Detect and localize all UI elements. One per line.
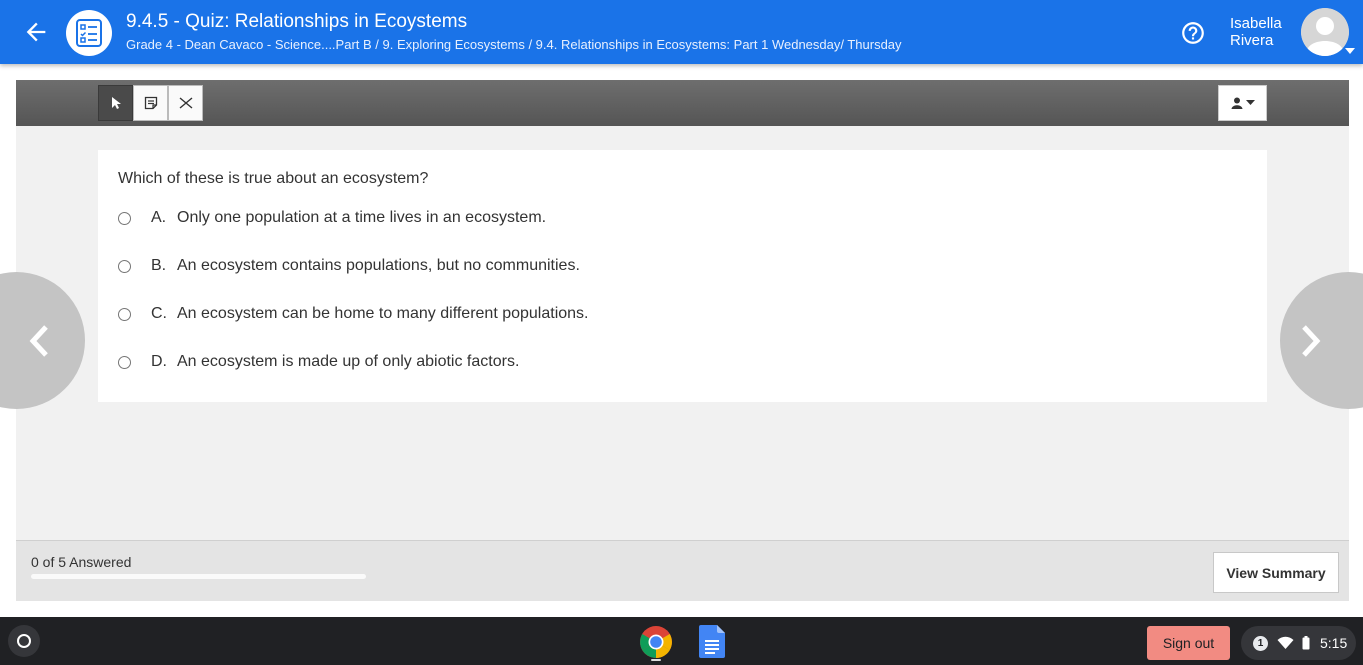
answer-radio-d[interactable] xyxy=(118,355,131,369)
answer-option-b[interactable]: B. An ecosystem contains populations, bu… xyxy=(118,254,818,278)
answer-option-c[interactable]: C. An ecosystem can be home to many diff… xyxy=(118,302,818,326)
os-shelf: Sign out 1 5:15 xyxy=(0,617,1363,665)
user-first-name: Isabella xyxy=(1230,15,1282,32)
answer-radio-a[interactable] xyxy=(118,211,131,225)
sign-out-button[interactable]: Sign out xyxy=(1147,626,1230,660)
quiz-app-icon xyxy=(66,10,112,56)
page-title: 9.4.5 - Quiz: Relationships in Ecoystems xyxy=(126,11,468,32)
eliminate-tool-button[interactable] xyxy=(168,85,203,121)
next-question-button[interactable] xyxy=(1280,272,1363,409)
system-tray[interactable]: 1 5:15 xyxy=(1241,626,1356,660)
help-button[interactable] xyxy=(1180,20,1206,46)
answer-option-a[interactable]: A. Only one population at a time lives i… xyxy=(118,206,818,230)
help-circle-icon xyxy=(1182,22,1204,44)
pointer-tool-button[interactable] xyxy=(98,85,133,121)
option-text: An ecosystem contains populations, but n… xyxy=(177,257,580,274)
answered-count: 0 of 5 Answered xyxy=(31,554,132,570)
previous-question-button[interactable] xyxy=(0,272,85,409)
person-icon xyxy=(1231,97,1242,109)
user-name: Isabella Rivera xyxy=(1230,15,1282,49)
google-docs-icon xyxy=(699,625,725,658)
option-letter: B. xyxy=(151,257,167,274)
caret-down-icon xyxy=(1245,100,1255,105)
answer-option-d[interactable]: D. An ecosystem is made up of only abiot… xyxy=(118,350,818,374)
test-frame: Which of these is true about an ecosyste… xyxy=(0,80,1363,601)
accommodations-menu-button[interactable] xyxy=(1218,85,1267,121)
notes-icon xyxy=(144,96,157,110)
eliminate-icon xyxy=(179,97,192,109)
launcher-button[interactable] xyxy=(8,625,40,657)
notification-badge: 1 xyxy=(1253,636,1268,651)
answer-radio-c[interactable] xyxy=(118,307,131,321)
tool-bar xyxy=(16,80,1349,126)
user-last-name: Rivera xyxy=(1230,32,1274,49)
battery-icon xyxy=(1302,636,1310,650)
question-area: Which of these is true about an ecosyste… xyxy=(0,126,1363,540)
progress-footer: 0 of 5 Answered View Summary xyxy=(16,540,1349,601)
option-letter: D. xyxy=(151,353,167,370)
answer-radio-b[interactable] xyxy=(118,259,131,273)
launcher-circle-icon xyxy=(17,634,31,648)
wifi-icon xyxy=(1277,636,1294,649)
clock: 5:15 xyxy=(1320,635,1348,651)
option-letter: C. xyxy=(151,305,167,322)
option-text: An ecosystem can be home to many differe… xyxy=(177,305,589,322)
chevron-left-icon xyxy=(29,325,48,357)
avatar[interactable] xyxy=(1301,8,1349,56)
chrome-icon xyxy=(640,626,672,658)
question-card: Which of these is true about an ecosyste… xyxy=(98,150,1267,402)
option-text: Only one population at a time lives in a… xyxy=(177,209,547,226)
option-letter: A. xyxy=(151,209,167,226)
google-docs-app-button[interactable] xyxy=(699,625,725,658)
chevron-down-icon[interactable] xyxy=(1345,48,1355,54)
question-stem: Which of these is true about an ecosyste… xyxy=(118,170,429,187)
top-header: 9.4.5 - Quiz: Relationships in Ecoystems… xyxy=(0,0,1363,64)
progress-bar xyxy=(31,574,366,579)
breadcrumb: Grade 4 - Dean Cavaco - Science....Part … xyxy=(126,37,902,52)
option-text: An ecosystem is made up of only abiotic … xyxy=(177,353,520,370)
avatar-icon xyxy=(1301,8,1349,56)
quiz-list-icon xyxy=(76,19,102,47)
notes-tool-button[interactable] xyxy=(133,85,168,121)
arrow-left-icon xyxy=(26,22,46,42)
view-summary-button[interactable]: View Summary xyxy=(1213,552,1339,593)
back-button[interactable] xyxy=(22,18,50,46)
pointer-icon xyxy=(111,97,121,109)
chevron-right-icon xyxy=(1302,325,1321,357)
running-indicator xyxy=(651,659,661,661)
chrome-app-button[interactable] xyxy=(639,625,673,659)
